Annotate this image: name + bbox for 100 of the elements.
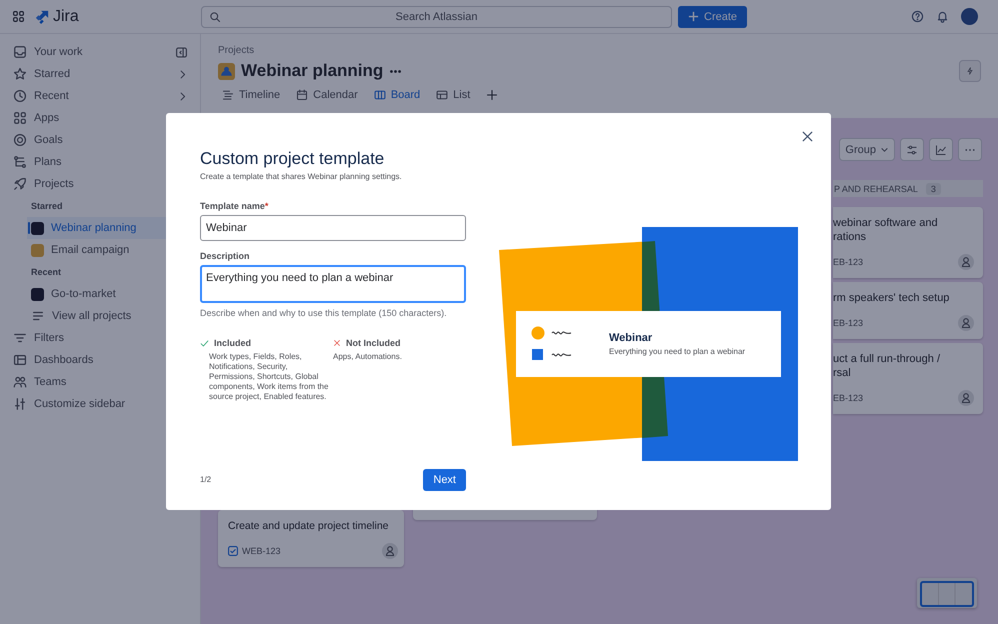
issue-card[interactable]: webinar software and rations EB-123 <box>833 207 983 278</box>
issue-card[interactable]: rm speakers' tech setup EB-123 <box>833 282 983 339</box>
column-title: P AND REHEARSAL <box>834 184 918 194</box>
automation-button[interactable] <box>959 60 981 82</box>
filter-icon <box>13 331 27 345</box>
nav-label: Dashboards <box>34 354 94 366</box>
nav-item[interactable]: Goals <box>0 129 200 151</box>
card-title: uct a full run-through / rsal <box>833 352 942 380</box>
step-indicator: 1/2 <box>200 475 212 484</box>
project-icon <box>31 222 44 234</box>
assignee-icon <box>382 543 398 559</box>
checkbox-icon <box>228 546 238 556</box>
nav-item[interactable]: View all projects <box>0 305 200 327</box>
board-minimap[interactable] <box>917 578 977 608</box>
section-heading: Starred <box>30 200 64 213</box>
timeline-icon <box>222 89 234 101</box>
list-icon <box>31 309 45 323</box>
issue-key: WEB-123 <box>242 546 281 556</box>
avatar[interactable] <box>961 8 978 25</box>
product-name[interactable]: Jira <box>53 8 79 26</box>
check-icon <box>200 338 209 348</box>
cross-icon <box>333 339 341 347</box>
plans-icon <box>13 155 27 169</box>
nav-item[interactable]: Recent <box>0 85 200 107</box>
rocket-icon <box>13 177 27 191</box>
field-label: Template name* <box>200 201 270 211</box>
project-title: Webinar planning <box>241 61 384 81</box>
description-field[interactable]: Everything you need to plan a webinar <box>200 265 466 303</box>
chart-icon <box>935 144 947 156</box>
project-item[interactable]: Email campaign <box>0 239 200 261</box>
preview-title: Webinar <box>609 332 654 344</box>
target-icon <box>13 133 27 147</box>
section-heading: Recent <box>30 266 62 279</box>
star-icon <box>13 67 27 81</box>
nav-label: Apps <box>34 112 60 124</box>
issue-key: EB-123 <box>833 393 864 403</box>
card-title: Create and update project timeline <box>228 519 390 533</box>
card-title: webinar software and rations <box>833 216 939 244</box>
nav-label: Your work <box>34 46 83 58</box>
insights-button[interactable] <box>929 138 953 161</box>
nav-label: Filters <box>34 332 64 344</box>
view-tab[interactable]: List <box>436 89 470 101</box>
nav-item[interactable]: Apps <box>0 107 200 129</box>
close-icon <box>802 131 813 142</box>
view-tab[interactable]: Calendar <box>296 89 358 101</box>
lightning-icon <box>966 65 974 77</box>
issue-card[interactable]: uct a full run-through / rsal EB-123 <box>833 343 983 414</box>
assignee-icon <box>958 315 974 331</box>
project-icon <box>218 62 235 80</box>
nav-label: Goals <box>34 134 63 146</box>
next-button[interactable]: Next <box>423 468 466 490</box>
search-field[interactable]: Search Atlassian <box>201 6 672 28</box>
create-button[interactable]: Create <box>678 6 748 28</box>
nav-item[interactable]: Your work <box>0 41 200 63</box>
name-field[interactable]: Webinar <box>200 215 466 241</box>
nav-item[interactable]: Plans <box>0 151 200 173</box>
view-tab[interactable]: Timeline <box>222 89 280 101</box>
project-name: Go-to-market <box>51 288 116 300</box>
helper-text: Describe when and why to use this template (150 characters). <box>200 308 448 318</box>
not-included-text: Apps, Automations. <box>333 352 403 362</box>
dialog-subtitle: Create a template that shares Webinar planning settings. <box>200 172 403 181</box>
preview-text: Everything you need to plan a webinar <box>609 347 746 356</box>
project-item[interactable]: Go-to-market <box>0 283 200 305</box>
nav-label: View all projects <box>52 310 132 322</box>
issue-key: EB-123 <box>833 318 864 328</box>
nav-item[interactable]: Dashboards <box>0 349 200 371</box>
table-icon <box>436 89 448 101</box>
nav-item[interactable]: Filters <box>0 327 200 349</box>
view-tab[interactable]: Board <box>374 89 420 101</box>
apps-icon <box>13 111 27 125</box>
nav-label: Recent <box>34 90 69 102</box>
plus-icon <box>688 11 699 22</box>
issue-card[interactable]: Create and update project timeline WEB-123 <box>218 510 404 567</box>
help-icon <box>911 10 924 23</box>
nav-label: Plans <box>34 156 62 168</box>
field-label: Description <box>200 251 251 261</box>
nav-item[interactable]: Projects <box>0 173 200 195</box>
nav-item[interactable]: Teams <box>0 371 200 393</box>
app-switcher-icon <box>12 10 25 23</box>
bell-icon <box>936 10 949 23</box>
people-icon <box>13 375 27 389</box>
project-name: Webinar planning <box>51 222 136 234</box>
add-icon <box>486 89 498 101</box>
included-text: Work types, Fields, Roles, Notifications, Security, Permissions, Shortcuts, Global components, Work items from the source project, Enabled features. <box>209 352 329 402</box>
project-name: Email campaign <box>51 244 130 256</box>
card-title: rm speakers' tech setup <box>833 291 950 305</box>
nav-item[interactable]: Starred <box>0 63 200 85</box>
count-badge: 3 <box>926 182 941 194</box>
not-included-heading: Not Included <box>346 338 400 348</box>
settings-button[interactable] <box>900 138 924 161</box>
nav-label: Projects <box>34 178 74 190</box>
breadcrumb[interactable]: Projects <box>218 45 981 56</box>
clock-icon <box>13 89 27 103</box>
sliders-icon <box>906 144 918 156</box>
sliders-icon <box>13 397 27 411</box>
nav-item[interactable]: Customize sidebar <box>0 393 200 415</box>
nav-label: Teams <box>34 376 66 388</box>
group-button[interactable]: Group <box>839 138 895 161</box>
assignee-icon <box>958 254 974 270</box>
issue-key: EB-123 <box>833 257 864 267</box>
